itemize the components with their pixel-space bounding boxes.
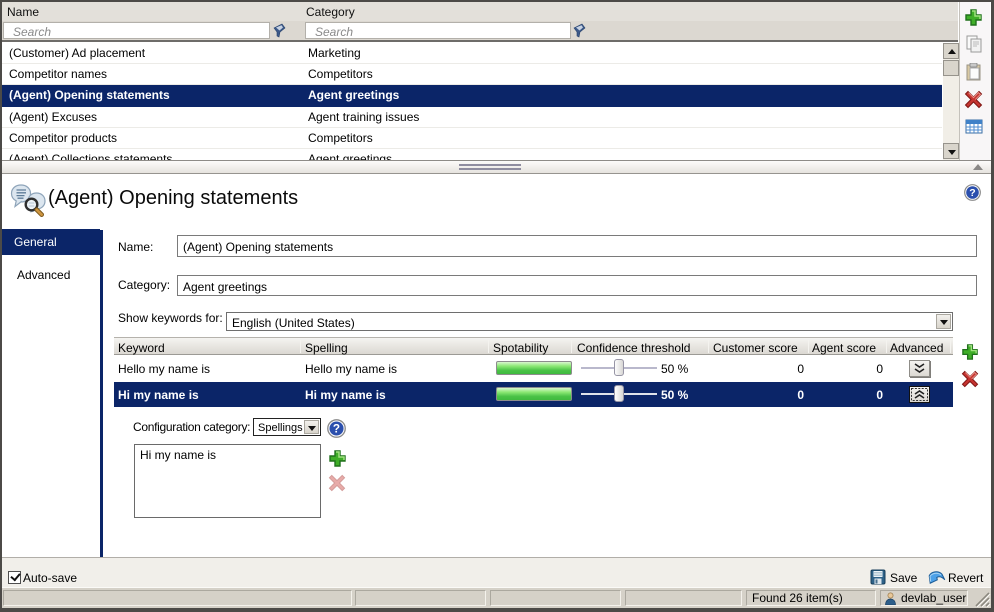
svg-text:?: ?: [969, 187, 975, 199]
svg-text:?: ?: [333, 423, 340, 436]
